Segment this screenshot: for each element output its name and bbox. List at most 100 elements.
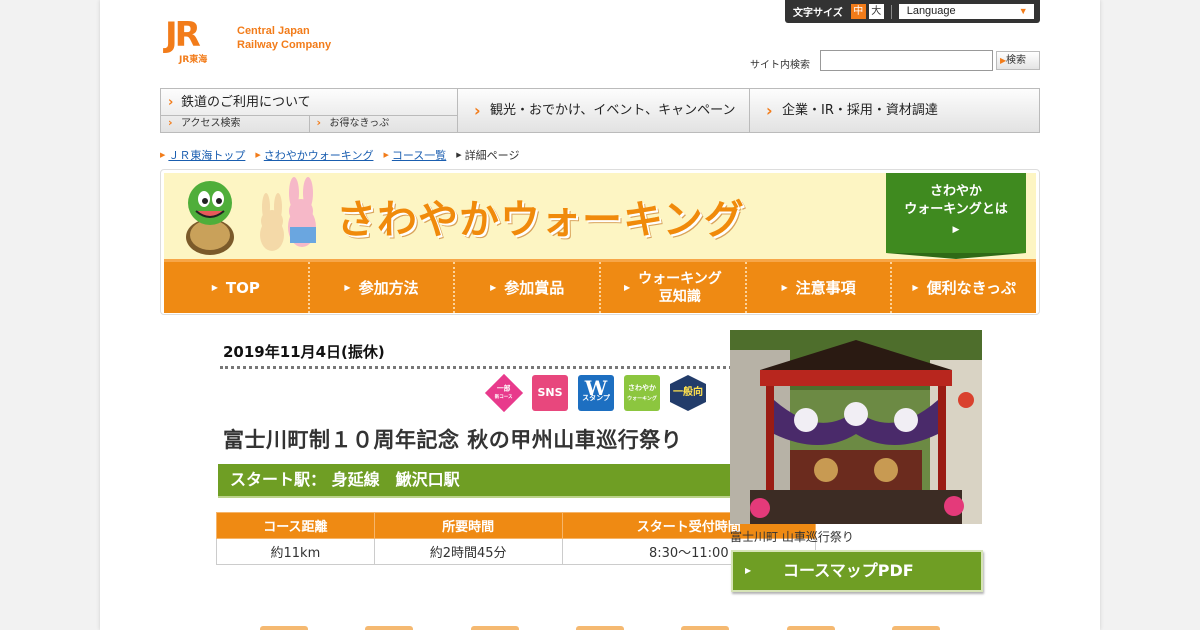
course-info-table: コース距離 所要時間 スタート受付時間 約11km 約2時間45分 8:30～1…: [216, 512, 817, 565]
breadcrumb: ▶ ＪＲ東海トップ ▶ さわやかウォーキング ▶ コース一覧 ▶ 詳細ページ: [160, 147, 529, 163]
triangle-right-icon: ▶: [912, 282, 919, 292]
nav-corporate[interactable]: › 企業・IR・採用・資材調達: [750, 89, 1039, 132]
mascot-characters-icon: [186, 177, 316, 255]
triangle-right-icon: ▶: [490, 282, 497, 292]
lower-section-peek: [260, 626, 940, 630]
dotted-divider: [220, 366, 810, 369]
breadcrumb-link-top[interactable]: ＪＲ東海トップ: [168, 147, 245, 163]
triangle-right-icon: ▶: [623, 282, 631, 292]
table-header-duration: 所要時間: [373, 512, 563, 539]
font-size-large-button[interactable]: 大: [868, 4, 884, 19]
jr-central-logo[interactable]: JR JR東海 Central Japan Railway Company: [165, 15, 332, 65]
table-header-distance: コース距離: [216, 512, 375, 539]
sns-badge-icon: SNS: [532, 375, 568, 411]
triangle-right-icon: ▶: [344, 282, 351, 292]
global-nav: › 鉄道のご利用について › アクセス検索 › お得なきっぷ › 観光・おでかけ…: [160, 88, 1040, 133]
walking-nav-notes[interactable]: ▶ 注意事項: [747, 262, 893, 313]
triangle-right-icon: ▶: [160, 151, 166, 159]
breadcrumb-item[interactable]: ▶ コース一覧: [383, 147, 446, 163]
gun-badge-sub: ウォーキング: [627, 395, 657, 402]
peek-tab: [260, 626, 308, 630]
triangle-right-icon: ▶: [952, 225, 960, 235]
font-size-label: 文字サイズ: [793, 8, 843, 19]
breadcrumb-current: 詳細ページ: [464, 149, 520, 162]
breadcrumb-item[interactable]: ▶ さわやかウォーキング: [255, 147, 373, 163]
walking-nav-tips[interactable]: ▶ ウォーキング 豆知識: [601, 262, 747, 313]
course-map-pdf-button[interactable]: ▶ コースマップPDF: [731, 550, 983, 592]
font-size-medium-button[interactable]: 中: [850, 4, 866, 19]
table-header-row: コース距離 所要時間 スタート受付時間: [216, 512, 817, 539]
w-badge-letter: W: [584, 376, 608, 400]
logo-line2: Railway Company: [237, 39, 332, 51]
breadcrumb-item-current: ▶ 詳細ページ: [456, 147, 519, 163]
walking-nav-label: 参加方法: [358, 278, 419, 297]
search-button-label: 検索: [1006, 55, 1026, 66]
triangle-right-icon: ▶: [211, 282, 218, 292]
banner-title: さわやかウォーキング: [336, 197, 745, 243]
peek-tab: [575, 626, 624, 630]
about-walking-button[interactable]: さわやか ウォーキングとは ▶: [886, 173, 1026, 253]
nav-tickets-label: お得なきっぷ: [329, 118, 390, 129]
chevron-right-icon: ›: [474, 101, 481, 120]
chevron-right-icon: ›: [168, 95, 174, 110]
triangle-right-icon: ▶: [255, 151, 261, 159]
walking-banner-header: さわやかウォーキング さわやか ウォーキングとは ▶: [164, 173, 1036, 259]
chevron-right-icon: ›: [766, 101, 773, 120]
triangle-right-icon: ▶: [745, 566, 752, 575]
gun-badge-label: さわやか: [627, 383, 656, 392]
festival-float-photo: [730, 330, 982, 524]
jr-logo-letters: JR: [165, 15, 201, 55]
partial-badge-text: 一部 新コース: [495, 385, 513, 401]
partial-badge-sub: 新コース: [495, 394, 513, 400]
table-cell-duration: 約2時間45分: [373, 538, 563, 565]
walking-nav-how-to-join[interactable]: ▶ 参加方法: [310, 262, 456, 313]
walking-nav-label: 便利なきっぷ: [926, 278, 1016, 297]
chevron-right-icon: ›: [168, 116, 173, 129]
partial-badge-label: 一部: [497, 385, 511, 393]
course-map-pdf-label: コースマップPDF: [783, 561, 914, 580]
course-badges: 一部 新コース SNS W スタンプ さわやか ウォーキング 一般向: [484, 373, 706, 413]
search-button[interactable]: ▶ 検索: [996, 51, 1040, 70]
walking-nav-tickets[interactable]: ▶ 便利なきっぷ: [892, 262, 1036, 313]
nav-access-search[interactable]: › アクセス検索: [161, 116, 310, 132]
about-line2: ウォーキングとは: [904, 202, 1008, 217]
site-search-input[interactable]: [820, 50, 993, 71]
nav-railway-subs: › アクセス検索 › お得なきっぷ: [161, 116, 457, 132]
divider: [890, 4, 892, 19]
walking-mascot-badge-icon: さわやかウォーキング: [624, 375, 660, 411]
breadcrumb-link-course-list[interactable]: コース一覧: [392, 147, 446, 163]
triangle-right-icon: ▶: [456, 151, 462, 159]
walking-nav-tips-line1: ウォーキング: [638, 270, 722, 287]
breadcrumb-link-walking[interactable]: さわやかウォーキング: [264, 147, 374, 163]
triangle-right-icon: ▶: [383, 151, 389, 159]
course-title: 富士川町制１０周年記念 秋の甲州山車巡行祭り: [223, 428, 683, 452]
nav-group-railway: › 鉄道のご利用について › アクセス検索 › お得なきっぷ: [161, 89, 458, 132]
walking-nav-label: 注意事項: [795, 278, 856, 297]
gun-badge-text: さわやかウォーキング: [627, 383, 657, 404]
chevron-right-icon: ›: [316, 116, 322, 129]
utility-bar: 文字サイズ 中 大 Language ▼: [785, 0, 1040, 23]
walking-nav-top[interactable]: ▶ TOP: [164, 262, 310, 313]
chevron-down-icon: ▼: [1018, 6, 1028, 16]
w-stamp-badge-icon: W スタンプ: [578, 375, 614, 411]
nav-sightseeing-label: 観光・おでかけ、イベント、キャンペーン: [490, 103, 736, 118]
nav-railway[interactable]: › 鉄道のご利用について: [161, 89, 457, 116]
language-select[interactable]: Language ▼: [898, 4, 1034, 19]
nav-sightseeing[interactable]: › 観光・おでかけ、イベント、キャンペーン: [458, 89, 750, 132]
walking-nav-prizes[interactable]: ▶ 参加賞品: [455, 262, 602, 313]
walking-banner: さわやかウォーキング さわやか ウォーキングとは ▶ ▶ TOP ▶ 参加方法 ▶ 参…: [160, 169, 1040, 315]
nav-railway-label: 鉄道のご利用について: [181, 95, 311, 110]
logo-line1: Central Japan: [237, 25, 310, 37]
site-search-label: サイト内検索: [750, 60, 810, 71]
start-station-bar: スタート駅： 身延線 鰍沢口駅: [218, 464, 816, 498]
walking-nav-label: ウォーキング 豆知識: [638, 270, 722, 306]
nav-corporate-label: 企業・IR・採用・資材調達: [782, 103, 938, 118]
peek-tab: [681, 626, 730, 630]
nav-discount-tickets[interactable]: › お得なきっぷ: [310, 116, 458, 132]
w-badge-sub: スタンプ: [582, 394, 610, 402]
breadcrumb-item[interactable]: ▶ ＪＲ東海トップ: [160, 147, 245, 163]
arrow-right-icon: ▶: [1000, 56, 1007, 65]
peek-tab: [365, 626, 414, 630]
table-row: 約11km 約2時間45分 8:30～11:00: [216, 538, 817, 565]
partial-new-course-badge-icon: 一部 新コース: [484, 373, 524, 413]
